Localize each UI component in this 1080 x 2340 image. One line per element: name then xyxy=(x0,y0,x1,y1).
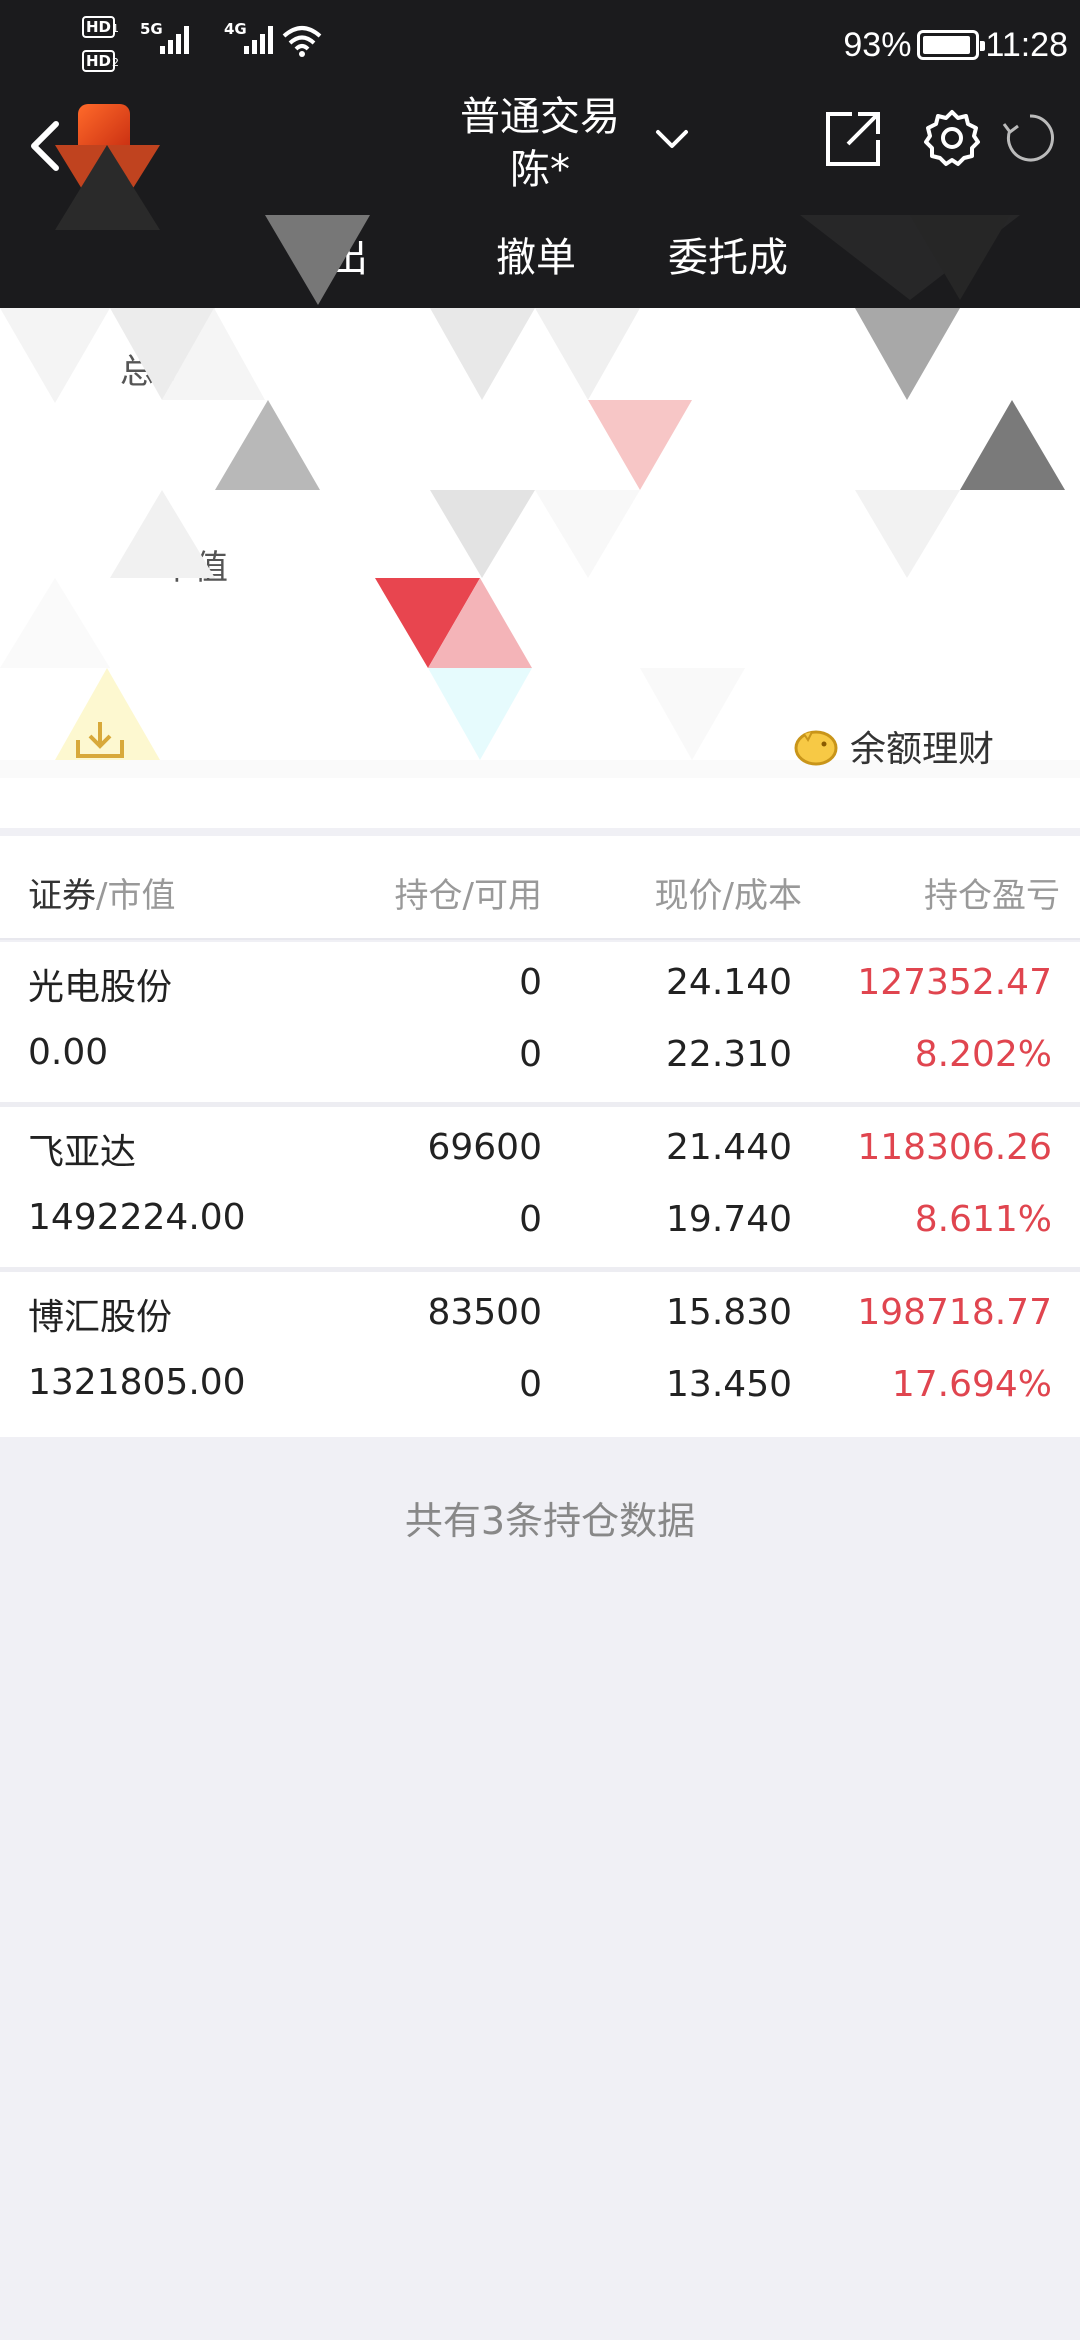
balance-wealth-button[interactable]: 余额理财 xyxy=(790,716,994,776)
position-qty: 69600 xyxy=(427,1127,542,1168)
position-pnl: 198718.77 xyxy=(857,1292,1052,1333)
current-price: 21.440 xyxy=(666,1127,792,1168)
col-position-header: 持仓/可用 xyxy=(394,876,542,916)
holding-row[interactable]: 光电股份 0.00 0 0 24.140 22.310 127352.47 8.… xyxy=(0,942,1080,1107)
market-value: 0.00 xyxy=(28,1032,109,1073)
security-name: 光电股份 xyxy=(28,967,173,1008)
col-pnl-header: 持仓盈亏 xyxy=(924,876,1060,916)
holding-row[interactable]: 博汇股份 1321805.00 83500 0 15.830 13.450 19… xyxy=(0,1272,1080,1437)
export-icon[interactable] xyxy=(70,710,130,770)
market-value-label: 市值 xyxy=(160,548,228,588)
header-mosaic xyxy=(55,145,1020,305)
cost-price: 13.450 xyxy=(666,1364,792,1405)
security-name: 博汇股份 xyxy=(28,1297,173,1338)
cost-price: 22.310 xyxy=(666,1034,792,1075)
market-value-header-label: /市值 xyxy=(96,876,176,916)
col-security-header: 证券/市值 xyxy=(28,868,175,917)
balance-wealth-label: 余额理财 xyxy=(850,729,995,770)
market-value: 1321805.00 xyxy=(28,1362,246,1403)
available-qty: 0 xyxy=(519,1364,542,1405)
cost-price: 19.740 xyxy=(666,1199,792,1240)
security-name: 飞亚达 xyxy=(28,1132,137,1173)
current-price: 15.830 xyxy=(666,1292,792,1333)
position-qty: 83500 xyxy=(427,1292,542,1333)
position-pnl-percent: 8.202% xyxy=(914,1034,1052,1075)
position-pnl: 127352.47 xyxy=(857,962,1052,1003)
holdings-list: 光电股份 0.00 0 0 24.140 22.310 127352.47 8.… xyxy=(0,942,1080,1437)
holdings-table-header: 证券/市值 持仓/可用 现价/成本 持仓盈亏 xyxy=(0,836,1080,940)
security-header-label: 证券 xyxy=(28,876,96,916)
position-pnl-percent: 8.611% xyxy=(914,1199,1052,1240)
total-assets-label: 总资产 xyxy=(120,352,222,392)
available-qty: 0 xyxy=(519,1034,542,1075)
market-value: 1492224.00 xyxy=(28,1197,246,1238)
position-qty: 0 xyxy=(519,962,542,1003)
piggy-bank-icon xyxy=(794,730,838,766)
col-price-header: 现价/成本 xyxy=(654,876,802,916)
position-pnl: 118306.26 xyxy=(857,1127,1052,1168)
position-pnl-percent: 17.694% xyxy=(891,1364,1052,1405)
holding-row[interactable]: 飞亚达 1492224.00 69600 0 21.440 19.740 118… xyxy=(0,1107,1080,1272)
holdings-count-note: 共有3条持仓数据 xyxy=(404,1499,696,1543)
top-bar: HD 1 HD 2 5G 4G 93% 11:28 普通交易 陈* 出 撤单 委… xyxy=(0,0,1080,308)
asset-summary: 总资产 市值 余额理财 xyxy=(0,308,1080,828)
current-price: 24.140 xyxy=(666,962,792,1003)
available-qty: 0 xyxy=(519,1199,542,1240)
